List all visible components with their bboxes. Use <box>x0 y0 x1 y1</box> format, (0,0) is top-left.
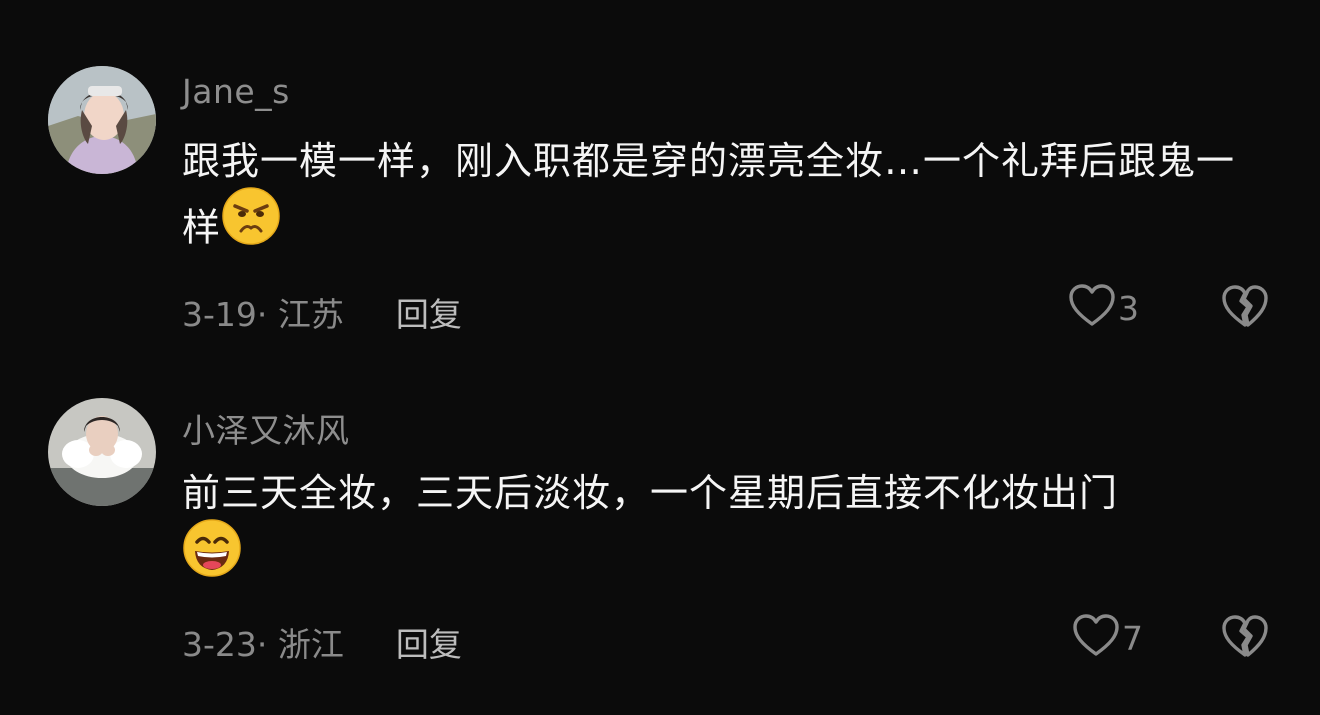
broken-heart-icon <box>1220 285 1270 334</box>
dislike-button[interactable] <box>1220 614 1270 664</box>
avatar[interactable] <box>48 66 156 174</box>
like-button[interactable]: 7 <box>1072 614 1143 662</box>
like-button[interactable]: 3 <box>1068 284 1139 332</box>
like-count: 3 <box>1118 288 1139 328</box>
reply-button[interactable]: 回复 <box>396 295 462 334</box>
heart-outline-icon <box>1068 284 1116 332</box>
avatar[interactable] <box>48 398 156 506</box>
grinning-face-emoji-icon <box>182 518 242 598</box>
frowning-face-emoji-icon <box>221 186 281 266</box>
comment-username[interactable]: 小泽又沐风 <box>182 404 350 452</box>
comment-text-content: 跟我一模一样，刚入职都是穿的漂亮全妆…一个礼拜后跟鬼一样 <box>182 139 1236 250</box>
broken-heart-icon <box>1220 615 1270 664</box>
comment-username[interactable]: Jane_s <box>182 72 290 111</box>
comment-meta: 3-19· 江苏 回复 <box>182 288 462 336</box>
comment-meta: 3-23· 浙江 回复 <box>182 618 462 666</box>
meta-separator: · <box>256 625 278 664</box>
comment-text: 前三天全妆，三天后淡妆，一个星期后直接不化妆出门 <box>182 460 1262 598</box>
dislike-button[interactable] <box>1220 284 1270 334</box>
comment-text: 跟我一模一样，刚入职都是穿的漂亮全妆…一个礼拜后跟鬼一样 <box>182 128 1262 266</box>
comment-location: 浙江 <box>277 625 344 664</box>
heart-outline-icon <box>1072 614 1120 662</box>
comment-date: 3-19 <box>182 295 257 334</box>
meta-separator: · <box>256 295 278 334</box>
comment-date: 3-23 <box>182 625 257 664</box>
reply-button[interactable]: 回复 <box>396 625 462 664</box>
comment-location: 江苏 <box>277 295 344 334</box>
comment-text-content: 前三天全妆，三天后淡妆，一个星期后直接不化妆出门 <box>182 471 1119 515</box>
like-count: 7 <box>1122 618 1143 658</box>
